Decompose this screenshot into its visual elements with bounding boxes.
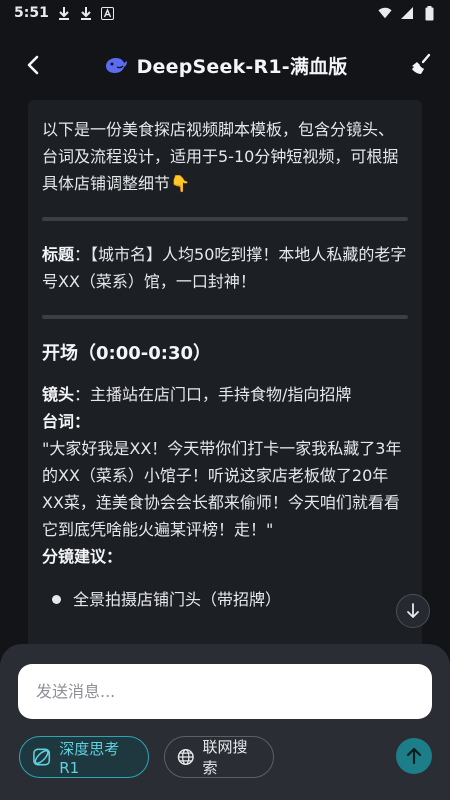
divider bbox=[42, 315, 408, 319]
download-icon bbox=[57, 6, 71, 20]
list-item: 全景拍摄店铺门头（带招牌） bbox=[42, 586, 408, 613]
page-title: DeepSeek-R1-满血版 bbox=[136, 55, 348, 78]
status-bar: 5:51 bbox=[0, 0, 450, 26]
line-label: 台词 bbox=[42, 412, 75, 431]
intro-text: 以下是一份美食探店视频脚本模板，包含分镜头、台词及流程设计，适用于5-10分钟短… bbox=[42, 120, 399, 193]
line-label-paragraph: 台词： bbox=[42, 408, 408, 435]
status-left: 5:51 bbox=[14, 5, 115, 21]
download-icon bbox=[79, 6, 93, 20]
arrow-down-icon bbox=[407, 603, 419, 618]
deep-think-toggle[interactable]: 深度思考R1 bbox=[19, 736, 149, 778]
line-text: "大家好我是XX！今天带你们打卡一家我私藏了3年的XX（菜系）小馆子！听说这家店… bbox=[42, 439, 402, 539]
title-group: DeepSeek-R1-满血版 bbox=[103, 52, 348, 79]
status-right bbox=[378, 5, 436, 20]
status-time: 5:51 bbox=[14, 5, 49, 21]
app-header: DeepSeek-R1-满血版 bbox=[0, 26, 450, 104]
text-icon bbox=[101, 6, 115, 20]
assistant-message: 以下是一份美食探店视频脚本模板，包含分镜头、台词及流程设计，适用于5-10分钟短… bbox=[28, 100, 422, 660]
shot-label: 镜头 bbox=[42, 385, 75, 404]
web-search-label: 联网搜索 bbox=[202, 738, 248, 777]
storyboard-paragraph: 分镜建议： bbox=[42, 543, 408, 570]
bullet-text: 全景拍摄店铺门头（带招牌） bbox=[73, 590, 282, 609]
title-label: 标题 bbox=[42, 245, 75, 264]
broom-icon bbox=[412, 53, 431, 74]
atom-icon bbox=[33, 748, 51, 766]
section-heading: 开场（0:00-0:30） bbox=[42, 343, 212, 364]
line-colon: ： bbox=[74, 412, 91, 431]
battery-icon bbox=[422, 5, 436, 20]
shot-paragraph: 镜头：主播站在店门口，手持食物/指向招牌 bbox=[42, 381, 408, 408]
back-button[interactable] bbox=[18, 50, 48, 80]
globe-icon bbox=[177, 748, 194, 766]
video-title-paragraph: 标题：【城市名】人均50吃到撑！本地人私藏的老字号XX（菜系）馆，一口封神！ bbox=[42, 241, 408, 295]
message-input[interactable] bbox=[18, 664, 432, 719]
wifi-icon bbox=[378, 6, 392, 20]
send-button[interactable] bbox=[396, 738, 432, 774]
whale-icon bbox=[105, 58, 127, 73]
storyboard-colon: ： bbox=[106, 547, 123, 566]
web-search-toggle[interactable]: 联网搜索 bbox=[164, 736, 274, 778]
signal-icon bbox=[400, 6, 414, 20]
bullet-dot bbox=[52, 595, 61, 604]
composer-panel: 深度思考R1 联网搜索 bbox=[0, 644, 450, 800]
arrow-up-icon bbox=[406, 747, 422, 765]
back-icon bbox=[27, 55, 39, 75]
title-text: ：【城市名】人均50吃到撑！本地人私藏的老字号XX（菜系）馆，一口封神！ bbox=[42, 245, 407, 291]
deep-think-label: 深度思考R1 bbox=[59, 739, 120, 777]
shot-text: ：主播站在店门口，手持食物/指向招牌 bbox=[74, 385, 352, 404]
divider bbox=[42, 217, 408, 221]
scroll-to-bottom-button[interactable] bbox=[396, 594, 430, 628]
clear-chat-button[interactable] bbox=[406, 50, 436, 80]
storyboard-label: 分镜建议 bbox=[42, 547, 107, 566]
